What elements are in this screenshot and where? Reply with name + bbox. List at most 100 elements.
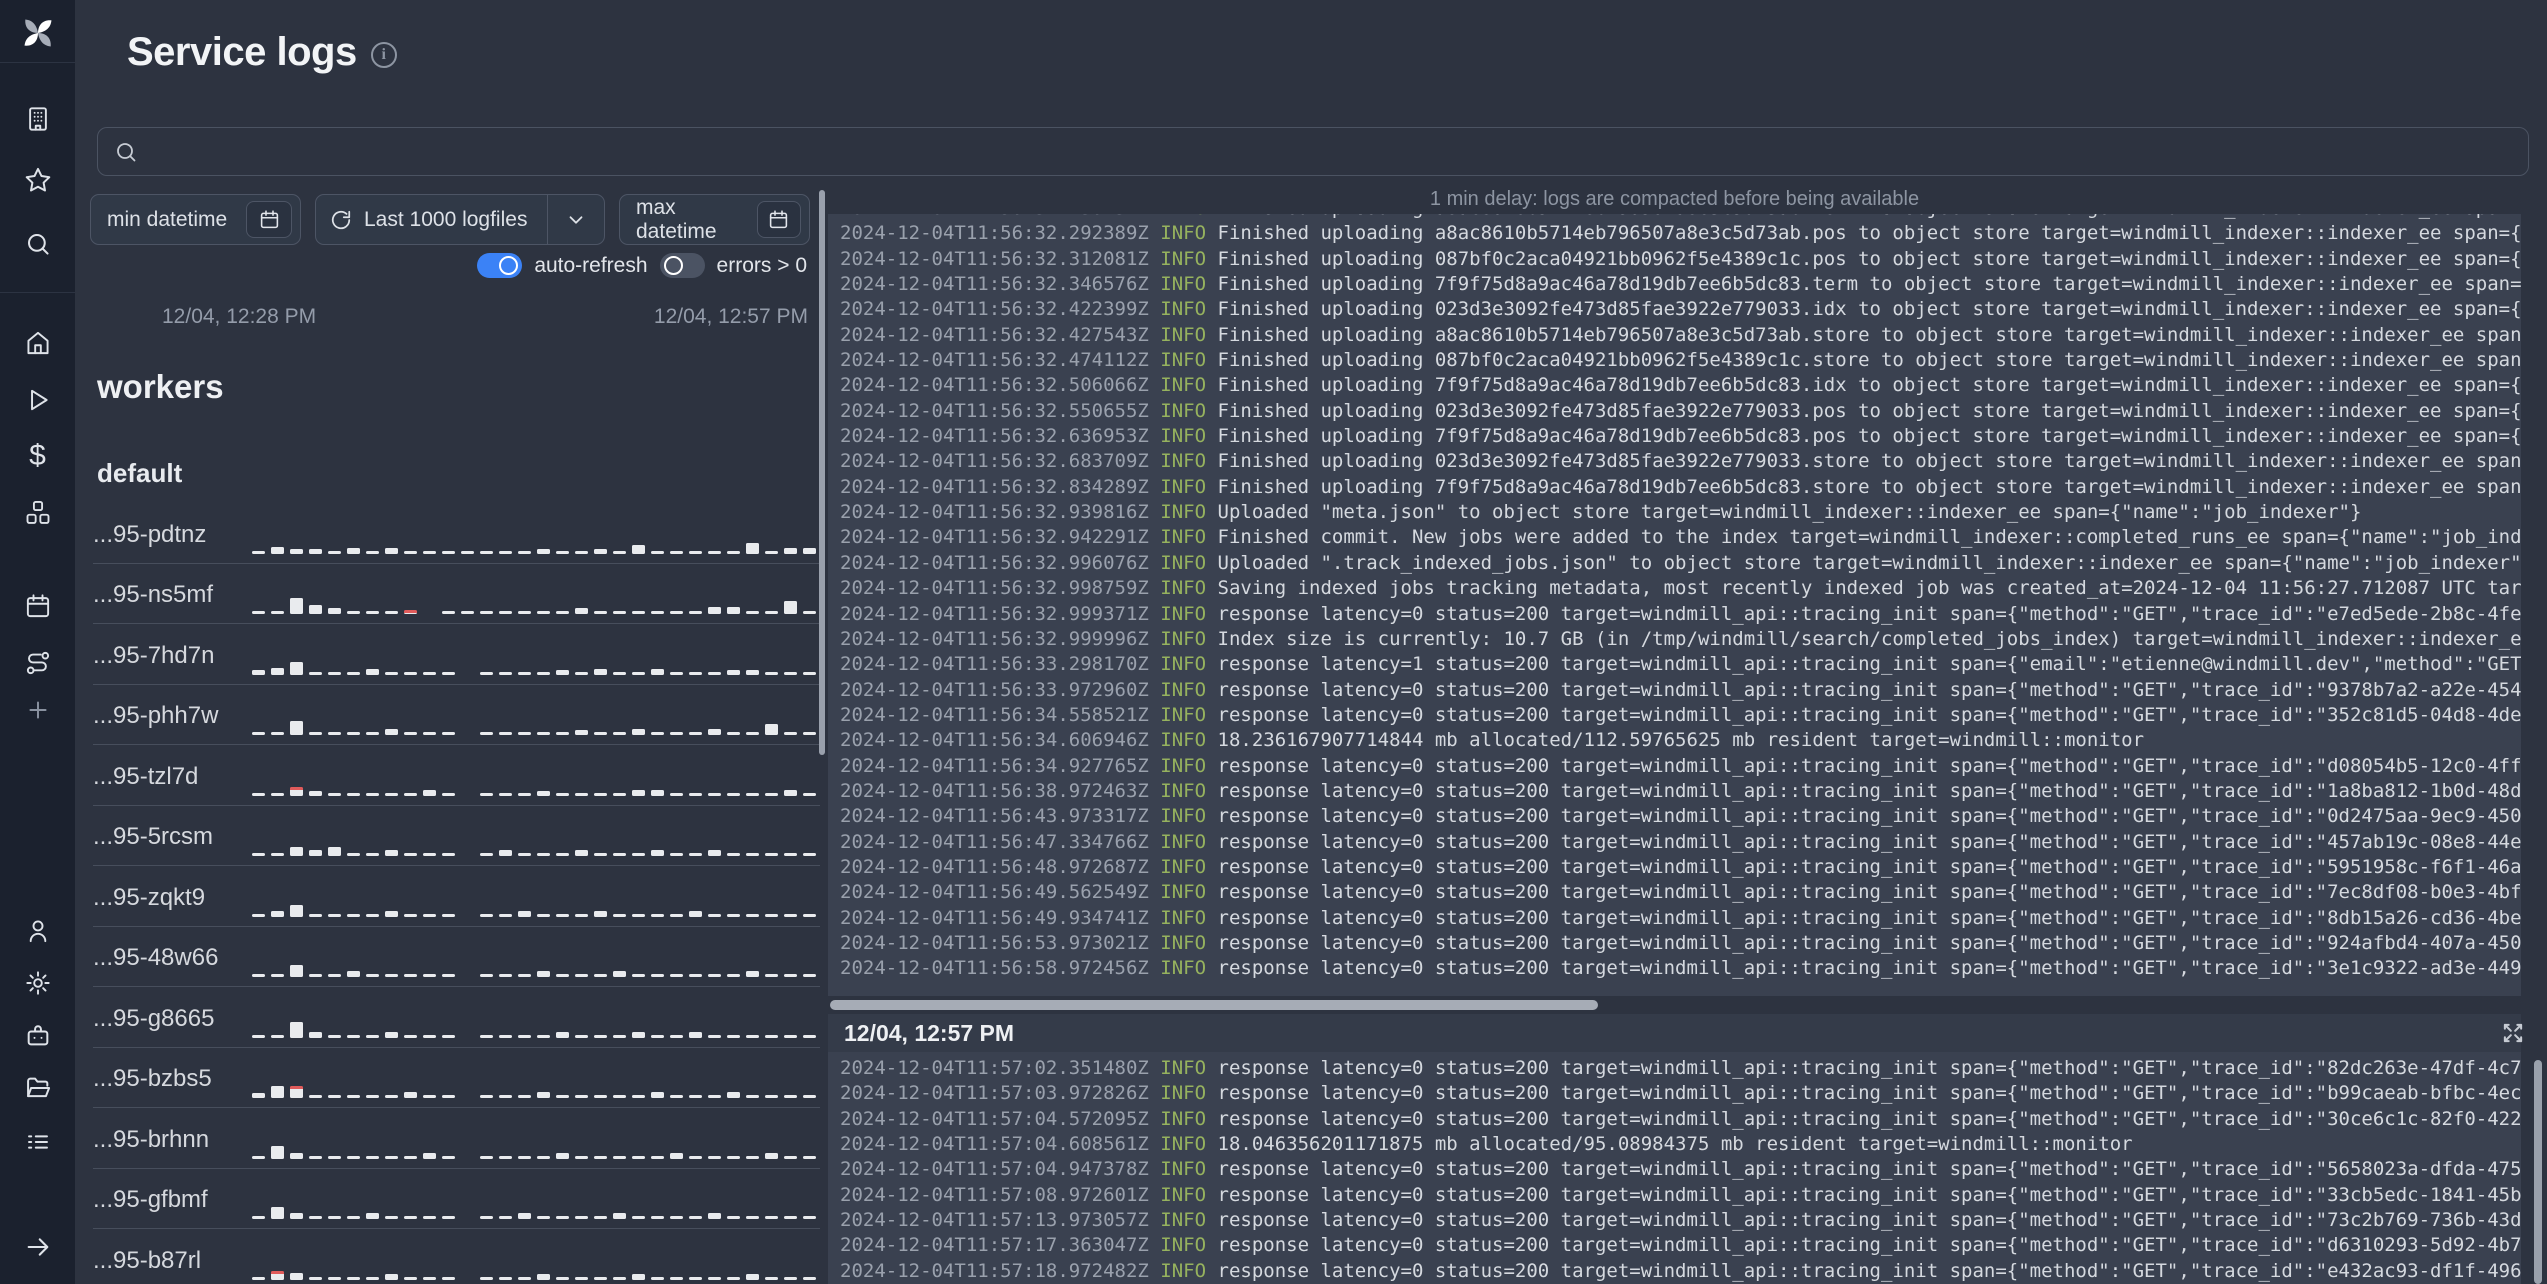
- sparkline-bar: [746, 971, 759, 977]
- sparkline-bar: [727, 607, 740, 614]
- routes-icon[interactable]: [24, 650, 51, 677]
- sparkline-bar: [803, 1095, 816, 1098]
- worker-row[interactable]: ...95-pdtnz: [93, 503, 820, 564]
- sidebar: $: [0, 0, 75, 1284]
- sparkline-bar: [651, 974, 664, 977]
- sparkline-bar: [518, 1034, 531, 1038]
- min-datetime-calendar-button[interactable]: [246, 201, 292, 238]
- sparkline-bar: [499, 1216, 512, 1219]
- worker-row[interactable]: ...95-brhnn: [93, 1108, 820, 1169]
- worker-row[interactable]: ...95-tzl7d: [93, 745, 820, 806]
- sparkline-bar: [385, 910, 398, 917]
- errors-toggle[interactable]: [659, 253, 705, 278]
- min-datetime-field[interactable]: min datetime: [90, 194, 301, 245]
- min-datetime-label: min datetime: [107, 207, 228, 231]
- log-line: 2024-12-04T11:57:04.572095Z INFO respons…: [840, 1107, 2521, 1130]
- worker-row[interactable]: ...95-b87rl: [93, 1229, 820, 1284]
- worker-list: ...95-pdtnz ...95-ns5mf ...95-7hd7n ...9…: [93, 503, 820, 1284]
- pane-divider-scrollbar[interactable]: [819, 190, 825, 755]
- user-icon[interactable]: [24, 918, 51, 945]
- auto-refresh-toggle[interactable]: [477, 253, 523, 278]
- sparkline-bar: [537, 548, 550, 554]
- sparkline-bar: [518, 732, 531, 735]
- worker-name: ...95-48w66: [93, 944, 219, 971]
- windmill-logo-icon[interactable]: [19, 14, 57, 52]
- logfiles-select[interactable]: Last 1000 logfiles: [315, 194, 605, 245]
- log-line: 2024-12-04T11:56:33.298170Z INFO respons…: [840, 653, 2521, 676]
- vertical-scrollbar-thumb[interactable]: [2534, 1060, 2542, 1284]
- resources-cubes-icon[interactable]: [24, 499, 52, 527]
- sparkline-bar: [556, 1095, 569, 1098]
- sparkline-bar: [271, 611, 284, 614]
- search-input[interactable]: [150, 139, 2528, 164]
- sparkline-bar: [746, 1155, 759, 1159]
- main-area: Service logs i min datetime Last 1000 lo…: [75, 0, 2547, 1284]
- max-datetime-calendar-button[interactable]: [756, 201, 801, 238]
- sparkline-bar: [575, 1155, 588, 1159]
- sparkline-bar: [689, 792, 702, 796]
- worker-row[interactable]: ...95-zqkt9: [93, 866, 820, 927]
- schedules-calendar-icon[interactable]: [24, 593, 51, 620]
- sparkline-bar: [708, 671, 721, 675]
- sparkline-bar: [252, 1093, 265, 1098]
- worker-row[interactable]: ...95-gfbmf: [93, 1169, 820, 1229]
- sparkline-bar: [556, 853, 569, 856]
- sparkline-bar: [727, 1216, 740, 1219]
- sparkline-bar: [252, 1034, 265, 1038]
- worker-row[interactable]: ...95-ns5mf: [93, 564, 820, 624]
- workspace-icon[interactable]: [24, 106, 51, 133]
- worker-row[interactable]: ...95-48w66: [93, 927, 820, 987]
- log-line: 2024-12-04T11:56:43.973317Z INFO respons…: [840, 805, 2521, 828]
- sparkline-bar: [765, 1276, 778, 1280]
- sparkline-bar: [765, 913, 778, 917]
- favorites-star-icon[interactable]: [24, 166, 52, 194]
- sparkline-bar: [347, 1095, 360, 1098]
- max-datetime-field[interactable]: max datetime: [619, 194, 810, 245]
- sparkline-bar: [423, 913, 436, 917]
- logs-list-icon[interactable]: [24, 1129, 51, 1156]
- sparkline-bar: [784, 1034, 797, 1038]
- folders-icon[interactable]: [24, 1074, 52, 1102]
- sparkline-bar: [556, 913, 569, 917]
- sparkline-bar: [442, 550, 455, 554]
- sparkline-bar: [765, 611, 778, 614]
- search-nav-icon[interactable]: [24, 231, 51, 258]
- add-plus-icon[interactable]: [25, 697, 51, 723]
- runs-play-icon[interactable]: [25, 387, 51, 413]
- worker-group-heading: default: [97, 458, 183, 488]
- log-line: 2024-12-04T11:57:18.972482Z INFO respons…: [840, 1259, 2521, 1282]
- sparkline-bar: [784, 1095, 797, 1098]
- sparkline-bar: [784, 732, 797, 735]
- sparkline-bar: [404, 792, 417, 796]
- worker-row[interactable]: ...95-g8665: [93, 987, 820, 1048]
- worker-row[interactable]: ...95-bzbs5: [93, 1048, 820, 1108]
- sparkline-bar: [689, 1216, 702, 1219]
- sparkline-bar: [442, 1276, 455, 1280]
- workers-robot-icon[interactable]: [24, 1021, 52, 1049]
- settings-gear-icon[interactable]: [24, 970, 51, 997]
- info-icon[interactable]: i: [370, 41, 397, 68]
- sparkline-bar: [746, 792, 759, 796]
- sparkline-bar: [537, 971, 550, 977]
- variables-dollar-icon[interactable]: $: [29, 439, 46, 473]
- sparkline-bar: [480, 1216, 493, 1219]
- collapse-arrow-icon[interactable]: [24, 1233, 52, 1261]
- sparkline-bar: [689, 611, 702, 614]
- expand-icon[interactable]: [2500, 1020, 2526, 1046]
- sparkline-bar: [746, 669, 759, 675]
- sparkline-bar: [556, 1276, 569, 1280]
- sparkline-bar: [252, 550, 265, 554]
- home-icon[interactable]: [24, 330, 51, 357]
- sparkline-bar: [404, 1155, 417, 1159]
- sparkline-bar: [632, 544, 645, 554]
- app-root: $ Service logs i min datetime Last 1000 …: [0, 0, 2547, 1284]
- worker-row[interactable]: ...95-7hd7n: [93, 624, 820, 685]
- sparkline-bar: [385, 547, 398, 554]
- log-line: 2024-12-04T11:56:34.606946Z INFO 18.2361…: [840, 729, 2145, 752]
- log-line: 2024-12-04T11:56:53.973021Z INFO respons…: [840, 931, 2521, 954]
- worker-row[interactable]: ...95-5rcsm: [93, 806, 820, 866]
- chevron-down-icon[interactable]: [548, 209, 604, 231]
- worker-row[interactable]: ...95-phh7w: [93, 685, 820, 745]
- sparkline-bar: [404, 610, 417, 614]
- horizontal-scrollbar-thumb[interactable]: [830, 1000, 1598, 1010]
